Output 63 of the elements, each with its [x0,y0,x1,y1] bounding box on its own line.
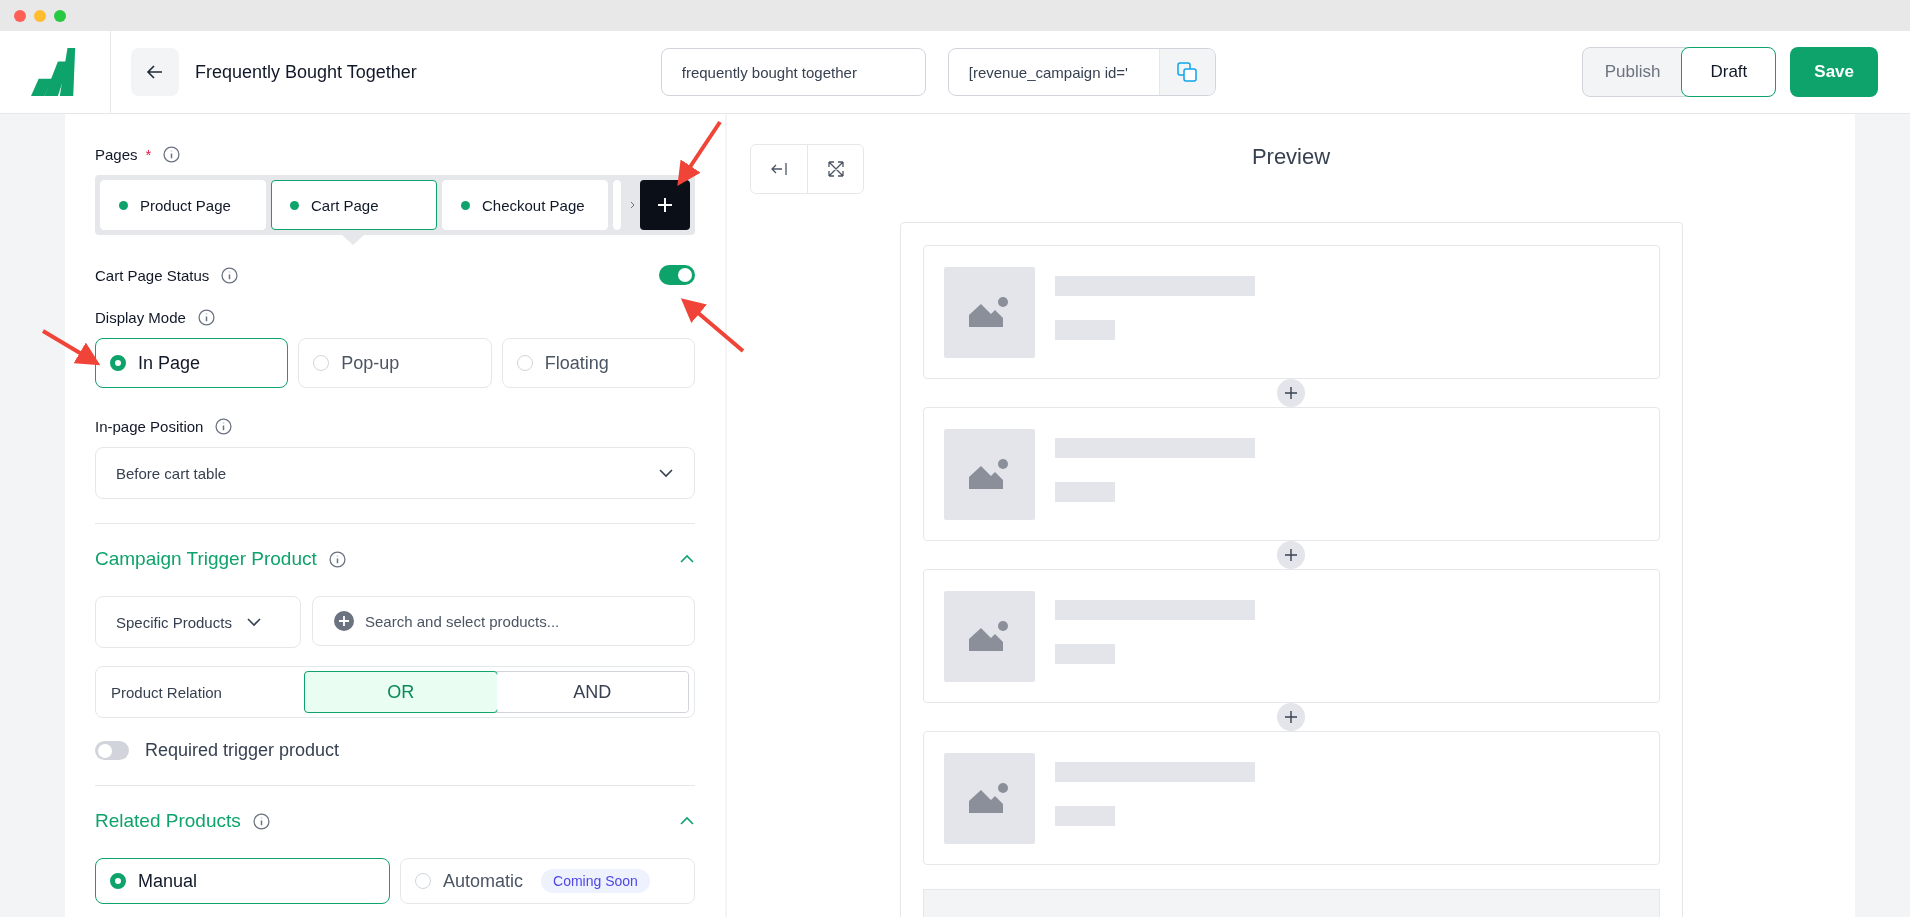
add-product-button[interactable] [1277,703,1305,731]
chevron-down-icon [245,617,262,627]
display-mode-option[interactable]: Pop-up [298,338,492,388]
status-button[interactable]: Draft [1681,47,1777,97]
required-mark: * [145,146,152,163]
status-toggle[interactable] [659,265,695,285]
price-placeholder-bar [1054,806,1115,826]
display-mode-option[interactable]: In Page [95,338,289,388]
chevron-up-icon[interactable] [679,816,695,826]
info-icon[interactable] [163,146,181,163]
relation-option[interactable]: OR [304,671,498,713]
copy-icon [1176,61,1199,83]
plus-icon [1284,548,1298,562]
price-placeholder-bar [1054,644,1115,664]
annotation-arrow [41,329,101,366]
field-label: Display Mode [95,309,186,326]
chevron-down-icon [658,468,674,478]
chevron-up-icon[interactable] [679,554,695,564]
info-icon[interactable] [197,309,215,326]
expand-icon [826,160,845,178]
section-title: Related Products [95,810,241,832]
info-icon[interactable] [221,266,239,284]
field-label: In-page Position [95,418,204,435]
field-label: Product Relation [111,683,223,701]
copy-button[interactable] [1158,49,1215,95]
add-product-button[interactable] [1277,379,1305,407]
section-title: Campaign Trigger Product [95,548,317,570]
status-button[interactable]: Publish [1582,48,1683,96]
field-label: Pages [95,146,138,163]
info-icon[interactable] [215,418,233,435]
price-placeholder-bar [1054,320,1115,340]
annotation-arrow [680,298,745,353]
toggle-label: Required trigger product [145,740,340,761]
product-scope-dropdown[interactable]: Specific Products [95,596,301,648]
required-toggle[interactable] [95,741,129,760]
product-search-field[interactable]: Search and select products... [312,596,695,646]
related-mode-option[interactable]: Automatic Coming Soon [400,858,695,904]
display-mode-option[interactable]: Floating [501,338,695,388]
collapse-left-icon [770,162,788,176]
add-page-button[interactable] [640,180,690,230]
annotation-arrow [677,120,722,186]
page-tab[interactable]: Checkout Page [442,180,608,230]
info-icon[interactable] [328,550,346,568]
plus-icon [1284,710,1298,724]
info-icon[interactable] [252,812,270,830]
plus-circle-icon [334,611,354,631]
price-placeholder-bar [1054,482,1115,502]
plus-icon [656,196,674,214]
add-product-button[interactable] [1277,541,1305,569]
campaign-title: Frequently Bought Together [195,61,417,83]
plus-icon [1284,386,1298,400]
page-tab[interactable]: Cart Page [271,180,437,230]
position-dropdown[interactable]: Before cart table [95,447,695,499]
campaign-name-field[interactable]: frequently bought together [660,48,926,96]
shortcode-field[interactable]: [revenue_campaign id=' [947,48,1216,96]
field-label: Cart Page Status [95,266,210,284]
close-window-icon[interactable] [14,9,26,22]
preview-title: Preview [1251,144,1331,170]
coming-soon-badge: Coming Soon [541,869,650,893]
page-tab[interactable]: Product Page [100,180,266,230]
relation-option[interactable]: AND [496,672,688,712]
related-mode-option[interactable]: Manual [95,858,390,904]
back-button[interactable] [131,48,179,96]
